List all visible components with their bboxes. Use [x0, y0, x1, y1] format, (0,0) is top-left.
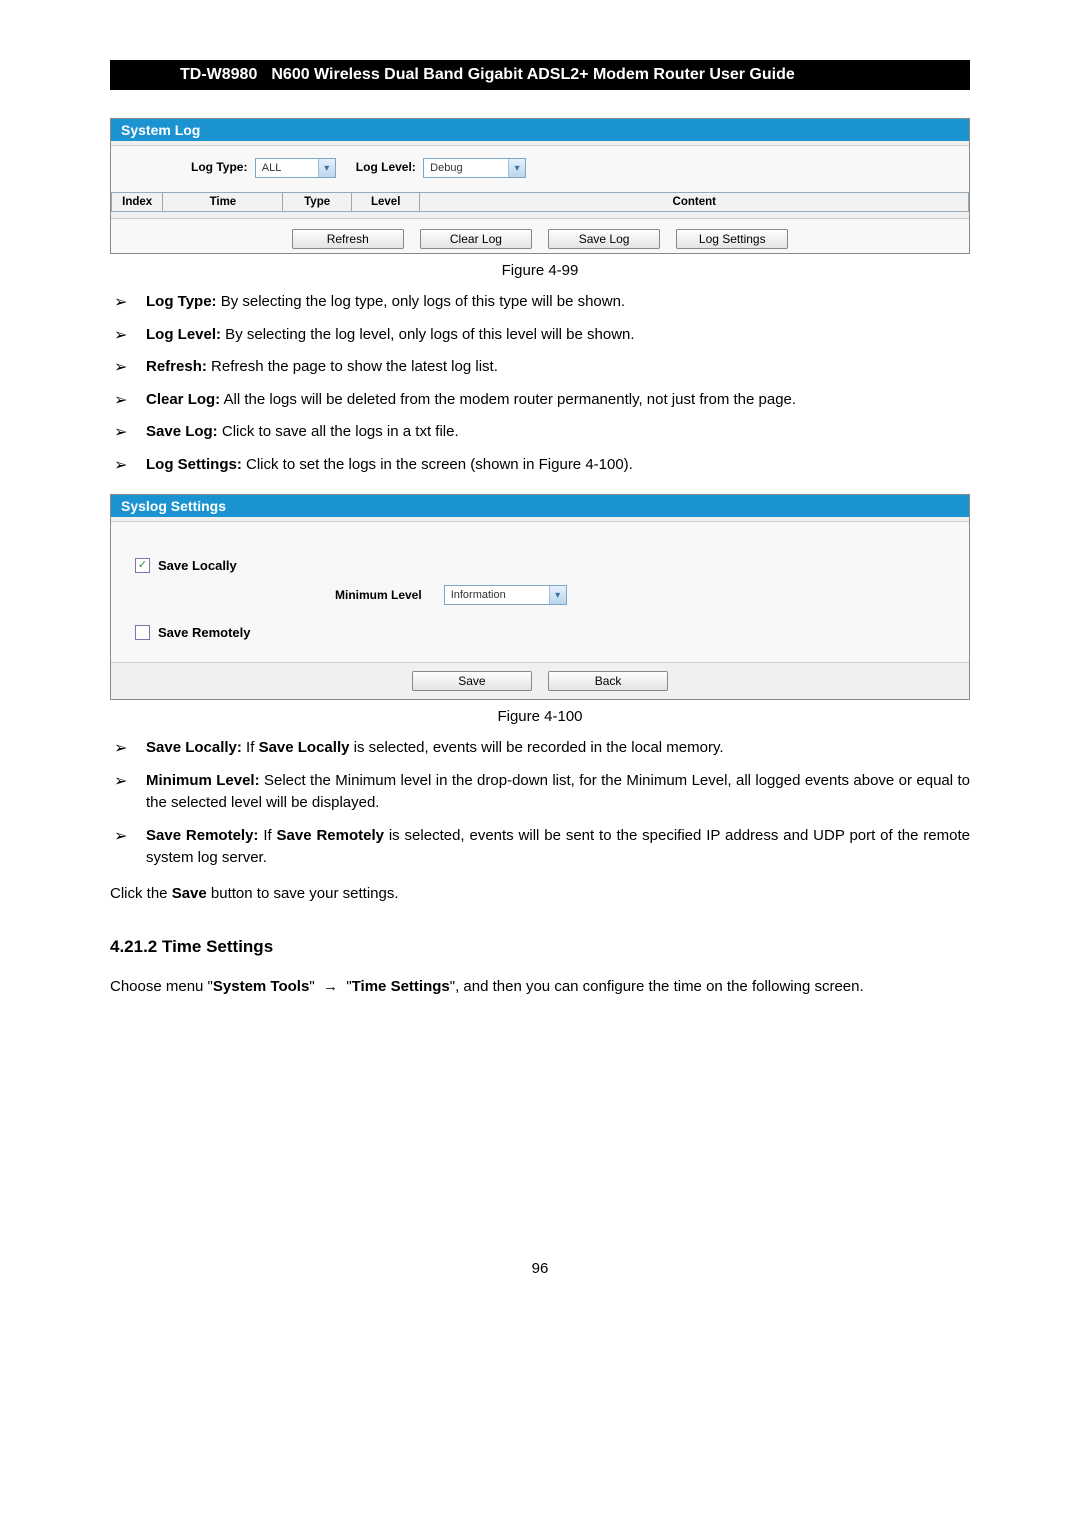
- doc-header: TD-W8980 N600 Wireless Dual Band Gigabit…: [110, 60, 970, 90]
- col-time: Time: [163, 193, 283, 212]
- list-item: Save Locally: If Save Locally is selecte…: [110, 737, 970, 760]
- syslog-settings-title: Syslog Settings: [111, 495, 969, 517]
- col-index: Index: [112, 193, 163, 212]
- save-button[interactable]: Save: [412, 671, 532, 691]
- system-log-buttons: Refresh Clear Log Save Log Log Settings: [111, 219, 969, 253]
- chevron-down-icon: ▾: [318, 159, 335, 177]
- figure-99-list: Log Type: By selecting the log type, onl…: [110, 291, 970, 476]
- log-table: Index Time Type Level Content: [111, 192, 969, 212]
- system-log-filters: Log Type: ALL ▾ Log Level: Debug ▾: [111, 146, 969, 192]
- minimum-level-label: Minimum Level: [335, 588, 422, 602]
- log-level-select[interactable]: Debug ▾: [423, 158, 526, 178]
- minimum-level-select[interactable]: Information ▾: [444, 585, 567, 605]
- page-number: 96: [110, 1260, 970, 1277]
- log-level-value: Debug: [424, 162, 508, 174]
- section-title: 4.21.2 Time Settings: [110, 937, 970, 957]
- list-item: Save Remotely: If Save Remotely is selec…: [110, 825, 970, 870]
- figure-99-caption: Figure 4-99: [110, 262, 970, 279]
- nav-instruction: Choose menu "System Tools" → "Time Setti…: [110, 973, 970, 1000]
- list-item: Save Log: Click to save all the logs in …: [110, 421, 970, 444]
- log-type-value: ALL: [256, 162, 318, 174]
- list-item: Refresh: Refresh the page to show the la…: [110, 356, 970, 379]
- figure-100-caption: Figure 4-100: [110, 708, 970, 725]
- col-type: Type: [283, 193, 352, 212]
- chevron-down-icon: ▾: [549, 586, 566, 604]
- system-log-panel: System Log Log Type: ALL ▾ Log Level: De…: [110, 118, 970, 254]
- system-log-title: System Log: [111, 119, 969, 141]
- model-code: TD-W8980: [110, 66, 267, 84]
- col-content: Content: [420, 193, 969, 212]
- arrow-right-icon: →: [323, 978, 338, 995]
- save-locally-checkbox[interactable]: [135, 558, 150, 573]
- clear-log-button[interactable]: Clear Log: [420, 229, 532, 249]
- save-remotely-checkbox[interactable]: [135, 625, 150, 640]
- col-level: Level: [351, 193, 420, 212]
- save-locally-label: Save Locally: [158, 558, 237, 573]
- back-button[interactable]: Back: [548, 671, 668, 691]
- syslog-settings-buttons: Save Back: [111, 662, 969, 699]
- save-instruction: Click the Save button to save your setti…: [110, 880, 970, 907]
- save-remotely-label: Save Remotely: [158, 625, 251, 640]
- save-log-button[interactable]: Save Log: [548, 229, 660, 249]
- figure-100-list: Save Locally: If Save Locally is selecte…: [110, 737, 970, 870]
- chevron-down-icon: ▾: [508, 159, 525, 177]
- list-item: Minimum Level: Select the Minimum level …: [110, 770, 970, 815]
- list-item: Clear Log: All the logs will be deleted …: [110, 389, 970, 412]
- doc-title: N600 Wireless Dual Band Gigabit ADSL2+ M…: [267, 66, 794, 84]
- refresh-button[interactable]: Refresh: [292, 229, 404, 249]
- log-level-label: Log Level:: [356, 160, 416, 174]
- list-item: Log Level: By selecting the log level, o…: [110, 324, 970, 347]
- log-type-select[interactable]: ALL ▾: [255, 158, 336, 178]
- minimum-level-value: Information: [445, 589, 549, 601]
- syslog-settings-panel: Syslog Settings Save Locally Minimum Lev…: [110, 494, 970, 700]
- log-settings-button[interactable]: Log Settings: [676, 229, 788, 249]
- list-item: Log Type: By selecting the log type, onl…: [110, 291, 970, 314]
- list-item: Log Settings: Click to set the logs in t…: [110, 454, 970, 477]
- log-type-label: Log Type:: [191, 160, 247, 174]
